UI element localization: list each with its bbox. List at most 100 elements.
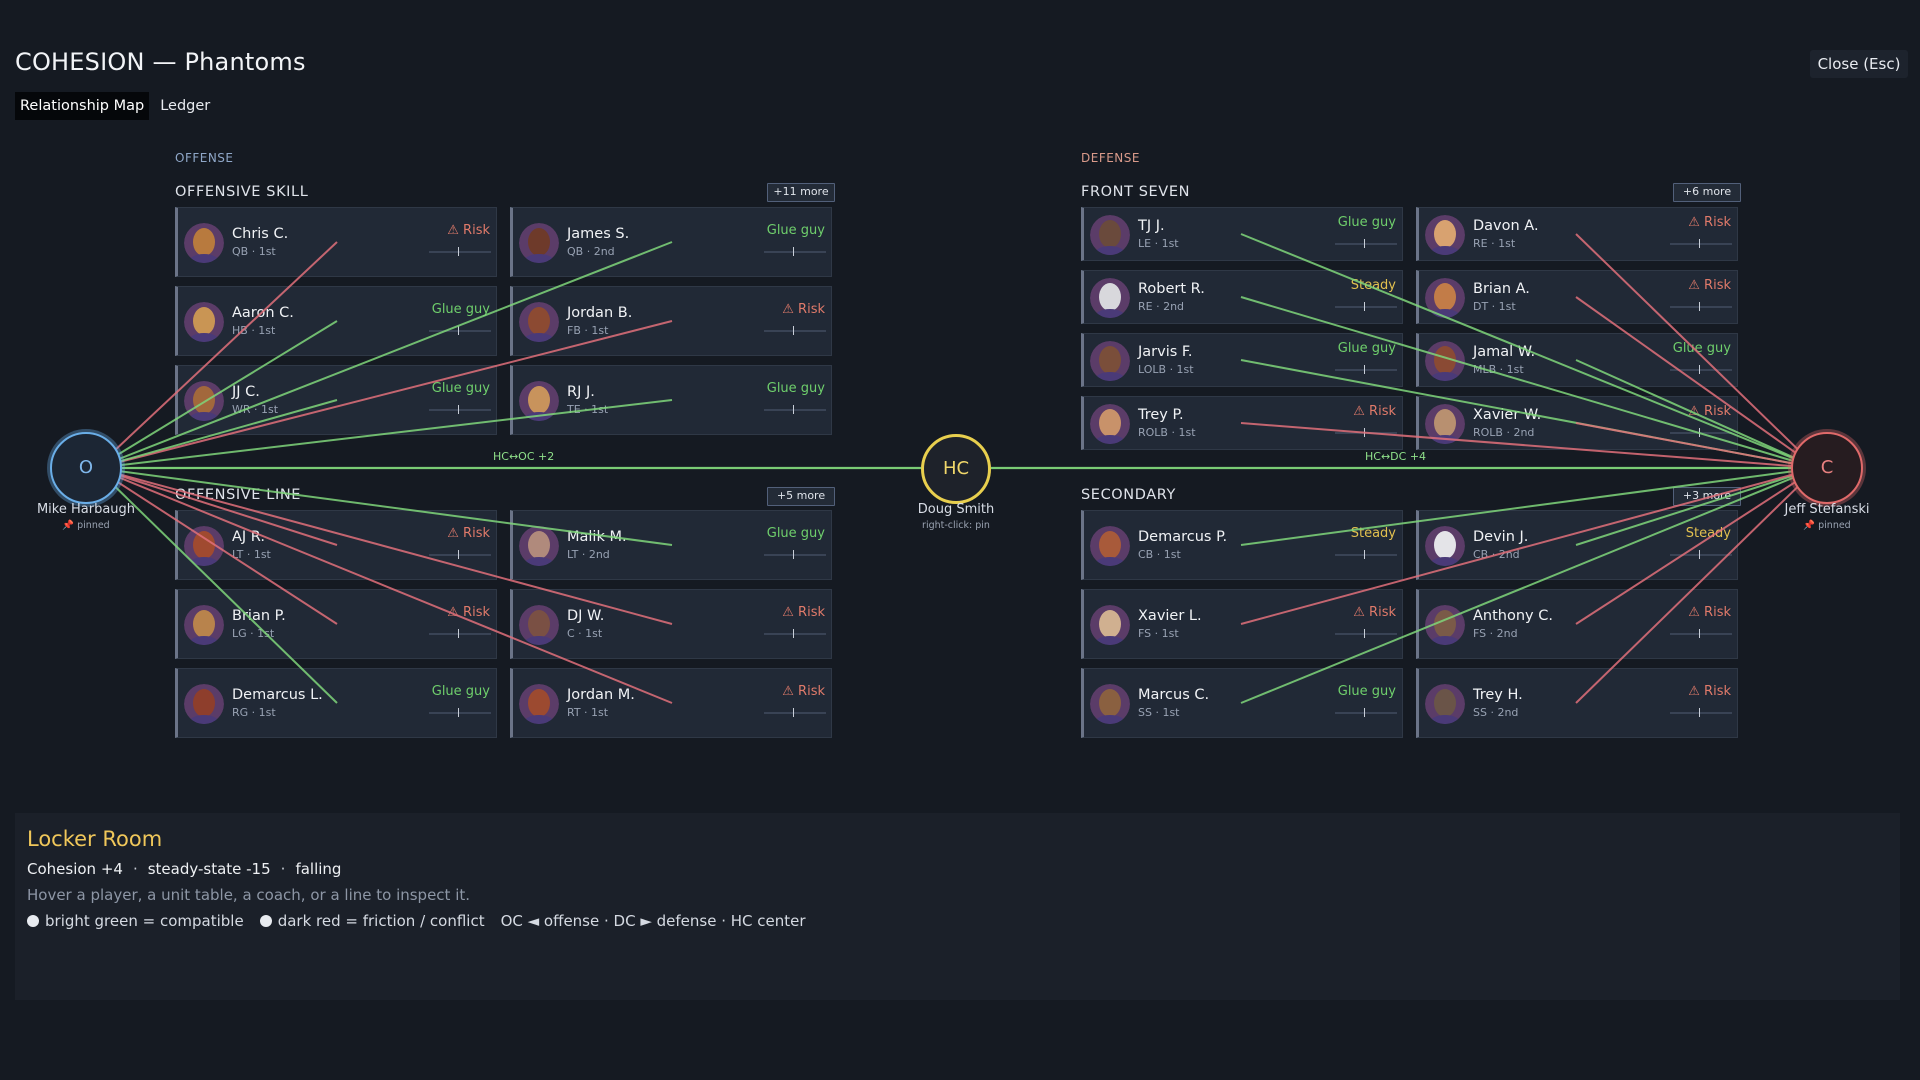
- hc-coach-node[interactable]: HC: [921, 434, 991, 504]
- player-position: WR · 1st: [232, 403, 279, 416]
- dc-pinned-label: 📌 pinned: [1803, 520, 1851, 531]
- player-name: Jamal W.: [1473, 344, 1536, 360]
- chemistry-bar: [1670, 550, 1732, 559]
- player-name: Jordan B.: [567, 305, 633, 321]
- legend-compatible: bright green = compatible: [45, 912, 244, 930]
- player-portrait-icon: [1090, 526, 1130, 566]
- chemistry-tick: [793, 550, 794, 559]
- legend-friction: dark red = friction / conflict: [277, 912, 485, 930]
- player-portrait-icon: [184, 605, 224, 645]
- player-portrait-icon: [1425, 341, 1465, 381]
- player-card[interactable]: Trey H. SS · 2nd ⚠ Risk: [1416, 668, 1738, 738]
- player-position: LT · 1st: [232, 548, 271, 561]
- player-portrait-icon: [184, 381, 224, 421]
- chemistry-tick: [1364, 239, 1365, 248]
- chemistry-bar: [429, 247, 491, 256]
- player-card[interactable]: Brian P. LG · 1st ⚠ Risk: [175, 589, 497, 659]
- player-card[interactable]: Demarcus L. RG · 1st Glue guy: [175, 668, 497, 738]
- player-card[interactable]: Demarcus P. CB · 1st Steady: [1081, 510, 1403, 580]
- oc-pinned-label: 📌 pinned: [62, 520, 110, 531]
- player-card[interactable]: James S. QB · 2nd Glue guy: [510, 207, 832, 277]
- player-name: Malik M.: [567, 529, 627, 545]
- player-card[interactable]: JJ C. WR · 1st Glue guy: [175, 365, 497, 435]
- chemistry-tick: [1364, 365, 1365, 374]
- steady-state-value: steady-state -15: [147, 860, 271, 878]
- tab-relationship-map[interactable]: Relationship Map: [15, 92, 150, 120]
- player-portrait-icon: [1090, 404, 1130, 444]
- player-name: Brian P.: [232, 608, 286, 624]
- oc-coach-node[interactable]: O: [50, 432, 122, 504]
- player-portrait-icon: [1090, 341, 1130, 381]
- player-portrait-icon: [1090, 605, 1130, 645]
- player-card[interactable]: Davon A. RE · 1st ⚠ Risk: [1416, 207, 1738, 261]
- player-card[interactable]: DJ W. C · 1st ⚠ Risk: [510, 589, 832, 659]
- player-card[interactable]: Brian A. DT · 1st ⚠ Risk: [1416, 270, 1738, 324]
- chemistry-bar: [1670, 302, 1732, 311]
- chemistry-tick: [458, 326, 459, 335]
- player-card[interactable]: Jordan M. RT · 1st ⚠ Risk: [510, 668, 832, 738]
- player-card[interactable]: Jordan B. FB · 1st ⚠ Risk: [510, 286, 832, 356]
- player-position: FS · 2nd: [1473, 627, 1518, 640]
- offensive-skill-title: OFFENSIVE SKILL: [175, 184, 309, 200]
- player-card[interactable]: Xavier W. ROLB · 2nd ⚠ Risk: [1416, 396, 1738, 450]
- chemistry-bar: [1670, 708, 1732, 717]
- secondary-more-badge[interactable]: +3 more: [1673, 487, 1741, 506]
- player-status-badge: ⚠ Risk: [1688, 215, 1731, 230]
- chemistry-tick: [458, 405, 459, 414]
- player-position: ROLB · 2nd: [1473, 426, 1535, 439]
- player-card[interactable]: TJ J. LE · 1st Glue guy: [1081, 207, 1403, 261]
- player-card[interactable]: Xavier L. FS · 1st ⚠ Risk: [1081, 589, 1403, 659]
- chemistry-tick: [1364, 550, 1365, 559]
- player-card[interactable]: Trey P. ROLB · 1st ⚠ Risk: [1081, 396, 1403, 450]
- player-name: Trey P.: [1138, 407, 1184, 423]
- locker-room-panel: Locker Room Cohesion +4 · steady-state -…: [15, 813, 1900, 1000]
- oc-coach-name: Mike Harbaugh: [36, 502, 136, 517]
- chemistry-tick: [1699, 629, 1700, 638]
- dc-coach-node[interactable]: C: [1791, 432, 1863, 504]
- player-position: RE · 2nd: [1138, 300, 1185, 313]
- player-status-badge: Glue guy: [1337, 215, 1396, 230]
- chemistry-bar: [1670, 239, 1732, 248]
- hc-dc-edge-label[interactable]: HC↔DC +4: [1365, 450, 1426, 463]
- player-name: Chris C.: [232, 226, 289, 242]
- legend-dot-icon: [259, 915, 272, 927]
- close-button[interactable]: Close (Esc): [1810, 50, 1908, 78]
- player-card[interactable]: Anthony C. FS · 2nd ⚠ Risk: [1416, 589, 1738, 659]
- player-card[interactable]: Devin J. CB · 2nd Steady: [1416, 510, 1738, 580]
- chemistry-bar: [1335, 708, 1397, 717]
- offensive-line-more-badge[interactable]: +5 more: [767, 487, 835, 506]
- player-card[interactable]: Aaron C. HB · 1st Glue guy: [175, 286, 497, 356]
- player-status-badge: Steady: [1350, 526, 1396, 541]
- player-portrait-icon: [519, 381, 559, 421]
- chemistry-bar: [1335, 365, 1397, 374]
- chemistry-bar: [764, 629, 826, 638]
- player-card[interactable]: Jamal W. MLB · 1st Glue guy: [1416, 333, 1738, 387]
- hc-oc-edge-label[interactable]: HC↔OC +2: [493, 450, 554, 463]
- player-status-badge: Glue guy: [766, 223, 825, 238]
- player-card[interactable]: Malik M. LT · 2nd Glue guy: [510, 510, 832, 580]
- player-position: TE · 1st: [567, 403, 609, 416]
- front-seven-more-badge[interactable]: +6 more: [1673, 183, 1741, 202]
- legend-dot-icon: [27, 915, 39, 927]
- cohesion-title: COHESION — Phantoms: [15, 48, 306, 76]
- player-portrait-icon: [519, 684, 559, 724]
- offensive-skill-more-badge[interactable]: +11 more: [767, 183, 835, 202]
- chemistry-bar: [1670, 428, 1732, 437]
- chemistry-tick: [793, 629, 794, 638]
- player-name: Anthony C.: [1473, 608, 1553, 624]
- player-name: Jarvis F.: [1138, 344, 1193, 360]
- tab-ledger[interactable]: Ledger: [155, 92, 215, 120]
- player-position: LG · 1st: [232, 627, 275, 640]
- player-card[interactable]: Robert R. RE · 2nd Steady: [1081, 270, 1403, 324]
- secondary-title: SECONDARY: [1081, 487, 1176, 503]
- player-card[interactable]: AJ R. LT · 1st ⚠ Risk: [175, 510, 497, 580]
- player-card[interactable]: Jarvis F. LOLB · 1st Glue guy: [1081, 333, 1403, 387]
- player-card[interactable]: RJ J. TE · 1st Glue guy: [510, 365, 832, 435]
- chemistry-bar: [1670, 365, 1732, 374]
- panel-title: Locker Room: [27, 827, 163, 851]
- chemistry-bar: [429, 405, 491, 414]
- hover-hint: Hover a player, a unit table, a coach, o…: [27, 886, 471, 904]
- player-card[interactable]: Marcus C. SS · 1st Glue guy: [1081, 668, 1403, 738]
- player-card[interactable]: Chris C. QB · 1st ⚠ Risk: [175, 207, 497, 277]
- chemistry-tick: [1364, 629, 1365, 638]
